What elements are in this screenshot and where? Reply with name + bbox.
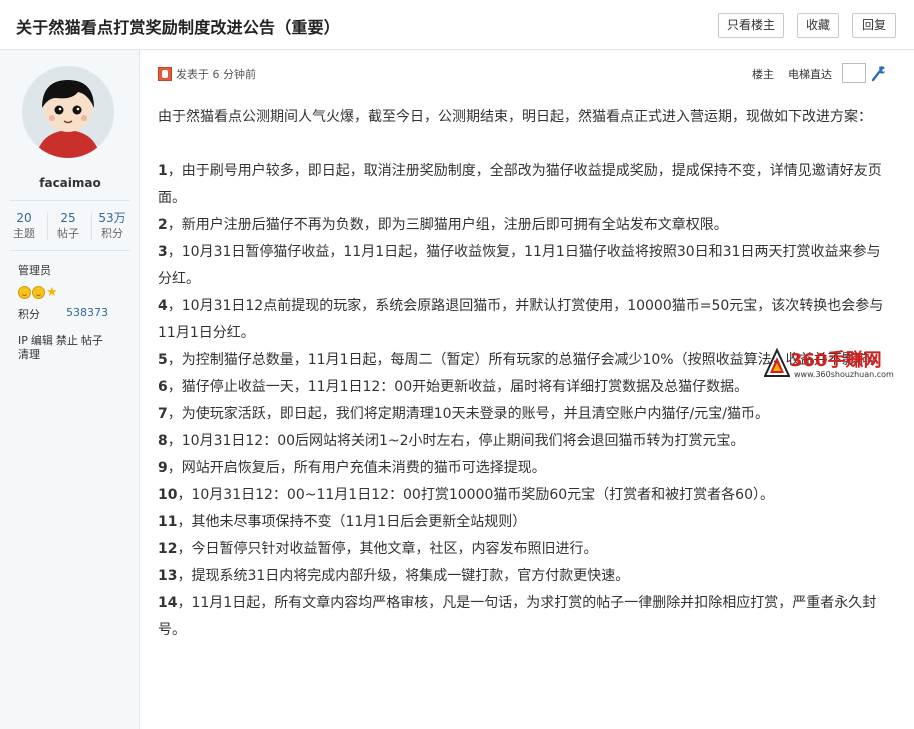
stat-credits[interactable]: 53万 积分 [92,210,132,242]
admin-link-clean[interactable]: 清理 [18,348,40,361]
site-watermark: 360手赚网 www.360shouzhuan.com [764,346,912,382]
post-item: 14，11月1日起，所有文章内容均严格审核，凡是一句话，为求打赏的帖子一律删除并… [158,590,888,644]
post-items: 1，由于刷号用户较多，即日起，取消注册奖励制度，全部改为猫仔收益提成奖励，提成保… [158,158,888,644]
post-item-number: 5 [158,352,168,368]
stat-label: 帖子 [57,227,79,240]
post-item-text: ，提现系统31日内将完成内部升级，将集成一键打款，官方付款更快速。 [177,568,630,584]
stat-topics[interactable]: 20 主题 [4,210,44,242]
post-time: 发表于 6 分钟前 [176,68,256,81]
post-item-number: 8 [158,433,168,449]
points-value: 538373 [66,306,108,319]
watermark-url: www.360shouzhuan.com [794,370,894,379]
admin-link-edit[interactable]: 编辑 [31,334,53,347]
post-item-text: ，10月31日暂停猫仔收益，11月1日起，猫仔收益恢复，11月1日猫仔收益将按照… [158,244,881,287]
post-item-text: ，10月31日12点前提现的玩家，系统会原路退回猫币，并默认打赏使用，10000… [158,298,884,341]
floor-label: 楼主 [752,68,774,81]
post-item: 4，10月31日12点前提现的玩家，系统会原路退回猫币，并默认打赏使用，1000… [158,293,888,347]
stat-label: 积分 [101,227,123,240]
post-item-number: 7 [158,406,168,422]
post-item-text: ，为使玩家活跃，即日起，我们将定期清理10天未登录的账号，并且清空账户内猫仔/元… [167,406,769,422]
user-group[interactable]: 管理员 [18,262,51,278]
post-item-text: ，新用户注册后猫仔不再为负数，即为三脚猫用户组，注册后即可拥有全站发布文章权限。 [167,217,728,233]
rank-icons: ★ [18,282,58,301]
post-meta: 发表于 6 分钟前 [158,66,256,82]
post-item-number: 12 [158,541,178,557]
avatar-image [22,66,114,158]
post-item: 3，10月31日暂停猫仔收益，11月1日起，猫仔收益恢复，11月1日猫仔收益将按… [158,239,888,293]
post-item-text: ，网站开启恢复后，所有用户充值未消费的猫币可选择提现。 [167,460,546,476]
stat-label: 主题 [13,227,35,240]
post-item: 7，为使玩家活跃，即日起，我们将定期清理10天未登录的账号，并且清空账户内猫仔/… [158,401,888,428]
thread-header: 关于然猫看点打赏奖励制度改进公告（重要） 只看楼主 收藏 回复 [0,0,914,50]
admin-link-posts[interactable]: 帖子 [81,334,103,347]
post-item: 2，新用户注册后猫仔不再为负数，即为三脚猫用户组，注册后即可拥有全站发布文章权限… [158,212,888,239]
post-item-number: 6 [158,379,168,395]
stat-posts[interactable]: 25 帖子 [48,210,88,242]
post-item-text: ，11月1日起，所有文章内容均严格审核，凡是一句话，为求打赏的帖子一律删除并扣除… [158,595,877,638]
reply-button[interactable]: 回复 [852,13,896,38]
admin-links: IP 编辑 禁止 帖子 清理 [18,334,128,362]
smiley-icon [18,286,31,299]
post-item: 13，提现系统31日内将完成内部升级，将集成一键打款，官方付款更快速。 [158,563,888,590]
post-item-text: ，10月31日12：00~11月1日12：00打赏10000猫币奖励60元宝（打… [177,487,774,503]
post-item: 9，网站开启恢复后，所有用户充值未消费的猫币可选择提现。 [158,455,888,482]
floor-jump-input[interactable] [842,63,866,83]
post-item-text: ，其他未尽事项保持不变（11月1日后会更新全站规则） [177,514,527,530]
post-item-number: 2 [158,217,168,233]
post-item: 8，10月31日12：00后网站将关闭1~2小时左右，停止期间我们将会退回猫币转… [158,428,888,455]
sidebar-divider [10,250,130,251]
post-item-number: 1 [158,163,168,179]
post-item-number: 10 [158,487,178,503]
admin-link-ban[interactable]: 禁止 [56,334,78,347]
post-item-text: ，今日暂停只针对收益暂停，其他文章，社区，内容发布照旧进行。 [177,541,598,557]
stat-value: 25 [60,211,76,225]
post-item-number: 4 [158,298,168,314]
online-status-icon [158,67,172,81]
post-item-text: ，由于刷号用户较多，即日起，取消注册奖励制度，全部改为猫仔收益提成奖励，提成保持… [158,163,882,206]
post-item-number: 11 [158,514,178,530]
sidebar-divider [10,200,130,201]
watermark-brand: 360手赚网 [790,350,882,371]
thread-title: 关于然猫看点打赏奖励制度改进公告（重要） [16,18,341,37]
star-icon: ★ [46,285,58,300]
post-item: 10，10月31日12：00~11月1日12：00打赏10000猫币奖励60元宝… [158,482,888,509]
post-intro: 由于然猫看点公测期间人气火爆，截至今日，公测期结束，明日起，然猫看点正式进入营运… [158,109,872,125]
post-item: 12，今日暂停只针对收益暂停，其他文章，社区，内容发布照旧进行。 [158,536,888,563]
author-name[interactable]: facaimao [0,176,140,190]
favorite-button[interactable]: 收藏 [797,13,839,38]
post-item-text: ，猫仔停止收益一天，11月1日12：00开始更新收益，届时将有详细打赏数据及总猫… [167,379,749,395]
stat-value: 53万 [98,211,126,225]
watermark-logo-icon [764,348,790,377]
post-item-number: 3 [158,244,168,260]
author-sidebar: facaimao 20 主题 25 帖子 53万 积分 管理员 ★ 积分 538… [0,50,140,729]
post-item-text: ，10月31日12：00后网站将关闭1~2小时左右，停止期间我们将会退回猫币转为… [167,433,745,449]
stat-value: 20 [16,211,32,225]
jump-label: 电梯直达 [788,68,832,81]
avatar[interactable] [22,66,114,158]
post-item-number: 14 [158,595,178,611]
post-item: 1，由于刷号用户较多，即日起，取消注册奖励制度，全部改为猫仔收益提成奖励，提成保… [158,158,888,212]
smiley-icon [32,286,45,299]
post-item-number: 9 [158,460,168,476]
wrench-icon[interactable] [870,64,886,82]
post-item-number: 13 [158,568,178,584]
points-label: 积分 [18,308,40,321]
admin-link-ip[interactable]: IP [18,334,28,347]
only-author-button[interactable]: 只看楼主 [718,13,784,38]
post-item: 11，其他未尽事项保持不变（11月1日后会更新全站规则） [158,509,888,536]
